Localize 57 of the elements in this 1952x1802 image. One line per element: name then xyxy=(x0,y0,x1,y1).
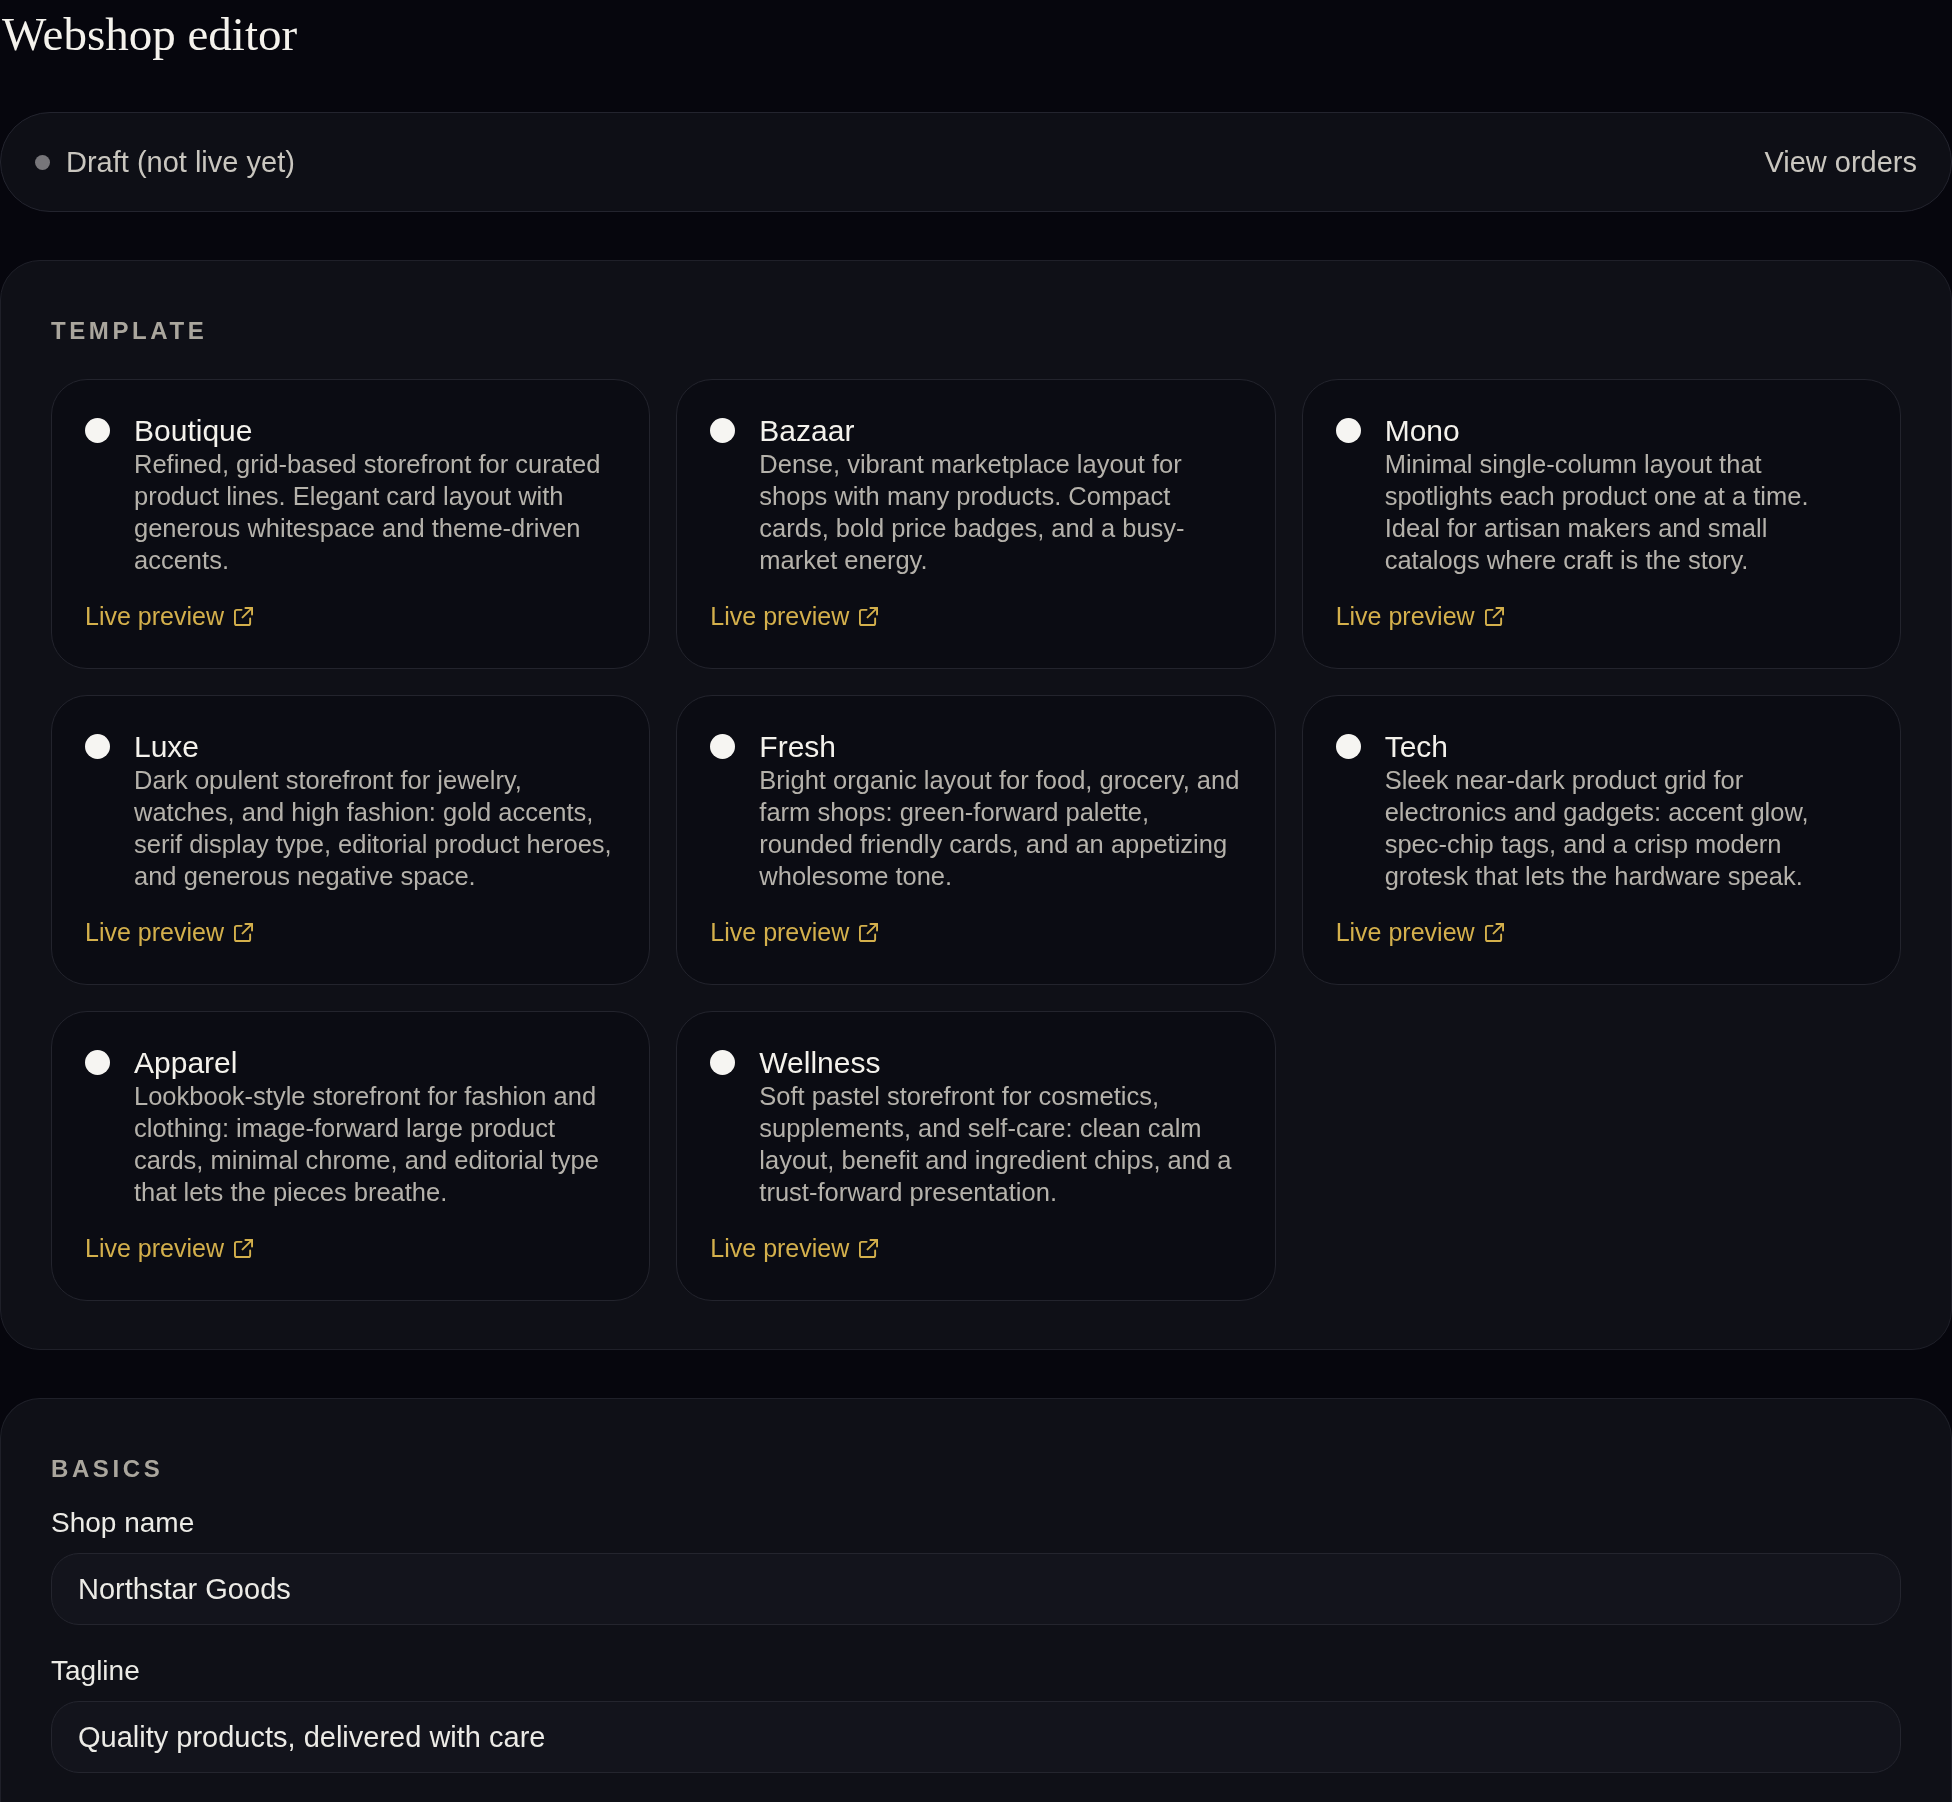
template-card[interactable]: Boutique Refined, grid-based storefront for curated product lines. Elegant card layout with generous whitespace and theme-driven accents. Live preview xyxy=(51,379,651,669)
external-link-icon xyxy=(233,606,253,626)
live-preview-link[interactable]: Live preview xyxy=(1335,892,1504,948)
field-label: Shop name xyxy=(51,1507,195,1539)
template-name: Tech xyxy=(1384,730,1450,764)
radio-button[interactable] xyxy=(710,1050,736,1075)
template-name: Luxe xyxy=(134,730,201,764)
template-name: Apparel xyxy=(134,1046,239,1080)
text-field[interactable]: Northstar Goods xyxy=(51,1553,1901,1625)
live-preview-link[interactable]: Live preview xyxy=(710,892,879,948)
template-name: Wellness xyxy=(759,1046,882,1080)
radio-button[interactable] xyxy=(85,1050,110,1075)
live-preview-link[interactable]: Live preview xyxy=(85,576,253,632)
template-name: Fresh xyxy=(759,730,837,764)
template-description: Dark opulent storefront for jewelry, watches, and high fashion: gold accents, serif display type, editorial product heroes, and generous negative space. xyxy=(134,765,613,892)
template-card[interactable]: Apparel Lookbook-style storefront for fashion and clothing: image-forward large product cards, minimal chrome, and editorial type that lets the pieces breathe. Live preview xyxy=(51,1011,651,1301)
text-field[interactable]: Quality products, delivered with care xyxy=(51,1701,1901,1773)
radio-button[interactable] xyxy=(85,418,110,443)
field-label: Tagline xyxy=(51,1655,140,1687)
view-orders-link[interactable]: View orders xyxy=(1764,144,1917,180)
radio-button[interactable] xyxy=(710,734,736,759)
external-link-icon xyxy=(1484,922,1504,942)
radio-button[interactable] xyxy=(1335,418,1361,443)
live-preview-link[interactable]: Live preview xyxy=(85,892,253,948)
template-card[interactable]: Mono Minimal single-column layout that spotlights each product one at a time. Ideal for artisan makers and small catalogs where craft is the story. Live preview xyxy=(1301,379,1901,669)
external-link-icon xyxy=(233,1238,253,1258)
live-preview-link[interactable]: Live preview xyxy=(710,1208,879,1264)
live-preview-link[interactable]: Live preview xyxy=(710,576,879,632)
live-preview-link[interactable]: Live preview xyxy=(85,1208,253,1264)
template-name: Mono xyxy=(1384,414,1461,448)
template-description: Soft pastel storefront for cosmetics, supplements, and self-care: clean calm layout, benefit and ingredient chips, and a trust-forward presentation. xyxy=(759,1081,1233,1208)
external-link-icon xyxy=(1484,606,1504,626)
section-heading: BASICS xyxy=(51,1454,164,1484)
template-description: Sleek near-dark product grid for electronics and gadgets: accent glow, spec-chip tags, and a crisp modern grotesk that lets the hardware speak. xyxy=(1384,765,1810,892)
external-link-icon xyxy=(859,606,879,626)
template-name: Boutique xyxy=(134,414,254,448)
external-link-icon xyxy=(859,922,879,942)
external-link-icon xyxy=(233,922,253,942)
template-card[interactable]: Luxe Dark opulent storefront for jewelry, watches, and high fashion: gold accents, serif display type, editorial product heroes, and generous negative space. Live preview xyxy=(51,695,651,985)
external-link-icon xyxy=(859,1238,879,1258)
template-card[interactable]: Wellness Soft pastel storefront for cosmetics, supplements, and self-care: clean calm layout, benefit and ingredient chips, and a trust-forward presentation. Live preview xyxy=(676,1011,1276,1301)
template-card[interactable]: Tech Sleek near-dark product grid for electronics and gadgets: accent glow, spec-chip tags, and a crisp modern grotesk that lets the hardware speak. Live preview xyxy=(1301,695,1901,985)
live-preview-link[interactable]: Live preview xyxy=(1335,576,1504,632)
template-name: Bazaar xyxy=(759,414,856,448)
template-description: Lookbook-style storefront for fashion and clothing: image-forward large product cards, minimal chrome, and editorial type that lets the pieces breathe. xyxy=(134,1081,600,1208)
template-description: Minimal single-column layout that spotlights each product one at a time. Ideal for artisan makers and small catalogs where craft is the story. xyxy=(1384,449,1810,576)
template-description: Bright organic layout for food, grocery, and farm shops: green-forward palette, rounded friendly cards, and an appetizing wholesome tone. xyxy=(759,765,1241,892)
page-title: Webshop editor xyxy=(2,7,298,62)
template-description: Dense, vibrant marketplace layout for shops with many products. Compact cards, bold price badges, and a busy-market energy. xyxy=(759,449,1186,576)
template-card[interactable]: Bazaar Dense, vibrant marketplace layout for shops with many products. Compact cards, bold price badges, and a busy-market energy. Live preview xyxy=(676,379,1276,669)
template-card[interactable]: Fresh Bright organic layout for food, grocery, and farm shops: green-forward palette, rounded friendly cards, and an appetizing wholesome tone. Live preview xyxy=(676,695,1276,985)
template-description: Refined, grid-based storefront for curated product lines. Elegant card layout with generous whitespace and theme-driven accents. xyxy=(134,449,602,576)
radio-button[interactable] xyxy=(710,418,736,443)
status-label: Draft (not live yet) xyxy=(66,145,295,180)
section-heading: TEMPLATE xyxy=(51,316,208,346)
radio-button[interactable] xyxy=(85,734,110,759)
radio-button[interactable] xyxy=(1335,734,1361,759)
